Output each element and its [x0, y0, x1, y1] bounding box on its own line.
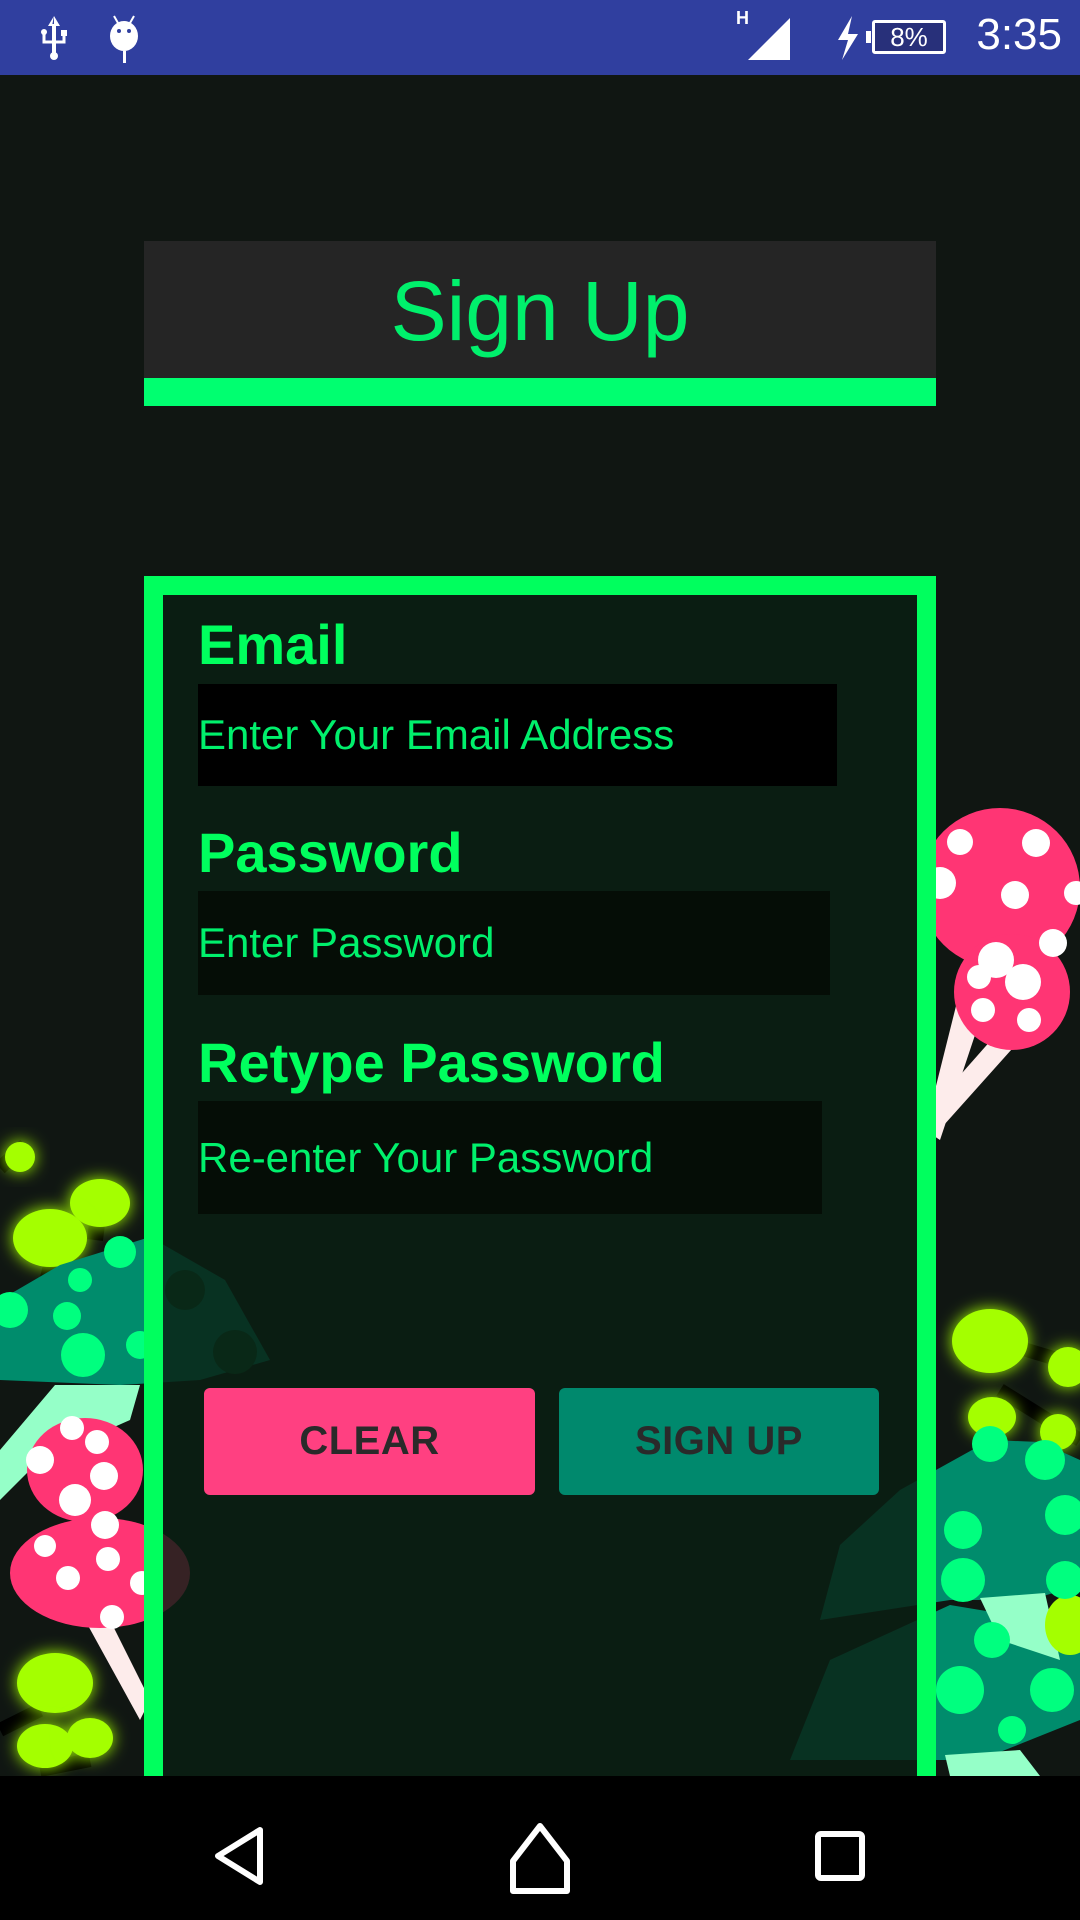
page-header: Sign Up	[144, 241, 936, 378]
header-underline	[144, 378, 936, 406]
charging-icon	[838, 16, 858, 60]
home-icon[interactable]	[500, 1816, 580, 1896]
navigation-bar	[0, 1776, 1080, 1920]
email-field[interactable]	[198, 684, 837, 786]
page-title: Sign Up	[390, 264, 690, 358]
recents-icon[interactable]	[800, 1816, 880, 1896]
sign-up-button[interactable]: SIGN UP	[559, 1388, 879, 1495]
password-field[interactable]	[198, 891, 830, 995]
retype-password-label: Retype Password	[198, 1031, 665, 1094]
signal-icon	[748, 18, 790, 60]
clock: 3:35	[976, 10, 1062, 59]
battery-icon: 8%	[866, 20, 946, 54]
android-debug-icon	[110, 15, 138, 63]
retype-password-field[interactable]	[198, 1101, 822, 1214]
usb-icon	[41, 16, 67, 60]
status-bar: H 8% 3:35	[0, 0, 1080, 75]
battery-percent: 8%	[890, 22, 928, 52]
password-label: Password	[198, 821, 463, 884]
email-label: Email	[198, 613, 348, 676]
clear-button[interactable]: CLEAR	[204, 1388, 535, 1495]
back-icon[interactable]	[200, 1816, 280, 1896]
